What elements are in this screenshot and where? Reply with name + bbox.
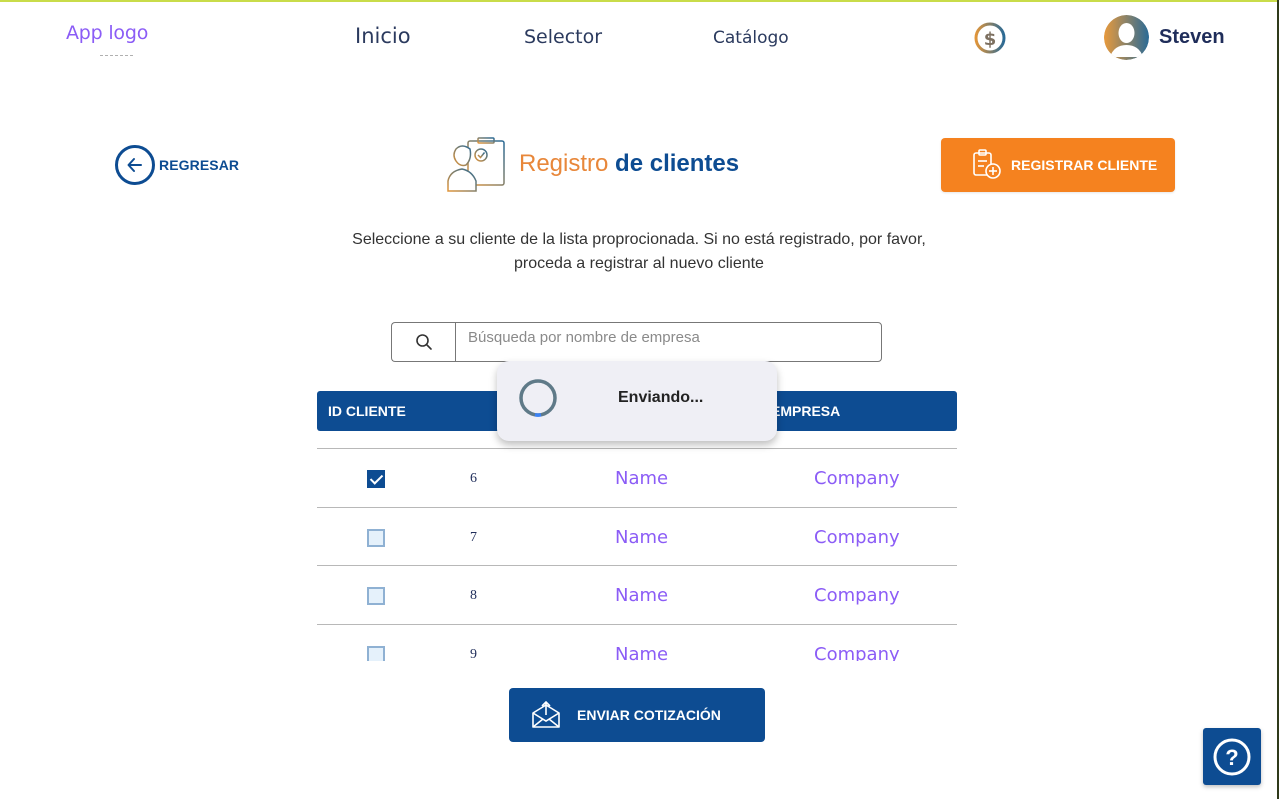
nav-selector[interactable]: Selector — [524, 26, 602, 48]
table-row[interactable]: 6 Name Company — [317, 449, 957, 508]
instructions-line-1: Seleccione a su cliente de la lista prop… — [352, 231, 926, 248]
sending-text: Enviando... — [618, 389, 704, 406]
arrow-left-icon — [115, 145, 155, 185]
cell-client-company: Company — [814, 526, 900, 548]
column-header-id[interactable]: ID CLIENTE — [328, 403, 406, 419]
clipboard-add-icon — [971, 148, 1003, 183]
page-title-part2: de clientes — [615, 150, 740, 177]
help-question-icon: ? — [1213, 738, 1251, 775]
cell-client-name: Name — [615, 585, 669, 606]
nav-inicio[interactable]: Inicio — [355, 24, 411, 48]
svg-text:$: $ — [984, 29, 997, 50]
row-checkbox[interactable] — [367, 587, 385, 605]
nav-catalogo[interactable]: Catálogo — [713, 28, 789, 48]
cell-client-id: 6 — [470, 471, 477, 486]
register-client-label: REGISTRAR CLIENTE — [1011, 157, 1158, 173]
logo-underline — [100, 55, 133, 57]
back-label: REGRESAR — [159, 157, 240, 173]
clients-table-body[interactable]: 6 Name Company 7 Name Company 8 Name Com… — [317, 448, 957, 661]
user-avatar-icon[interactable] — [1104, 15, 1149, 60]
page-title: Registro de clientes — [519, 150, 739, 178]
cell-client-company: Company — [814, 643, 900, 662]
table-row[interactable]: 8 Name Company — [317, 566, 957, 625]
cell-client-company: Company — [814, 468, 900, 489]
cell-client-name: Name — [615, 643, 669, 662]
instructions-line-2: proceda a registrar al nuevo cliente — [514, 255, 764, 272]
client-clipboard-icon — [446, 137, 506, 193]
cell-client-id: 7 — [470, 529, 477, 545]
help-button[interactable]: ? — [1203, 728, 1261, 785]
row-checkbox[interactable] — [367, 470, 385, 488]
svg-text:?: ? — [1225, 745, 1238, 770]
cell-client-name: Name — [615, 468, 669, 489]
row-checkbox[interactable] — [367, 645, 385, 661]
table-row[interactable]: 9 Name Company — [317, 625, 957, 662]
cell-client-id: 9 — [470, 646, 477, 662]
dollar-coin-icon[interactable]: $ — [973, 21, 1007, 55]
cell-client-company: Company — [814, 585, 900, 606]
table-row[interactable]: 7 Name Company — [317, 508, 957, 566]
instructions-text: Seleccione a su cliente de la lista prop… — [300, 228, 978, 276]
page-title-part1: Registro — [519, 150, 609, 177]
user-name[interactable]: Steven — [1159, 26, 1225, 49]
window-top-border — [0, 0, 1279, 2]
send-quote-button[interactable]: ENVIAR COTIZACIÓN — [509, 688, 765, 742]
cell-client-name: Name — [615, 526, 669, 548]
company-search-input[interactable] — [455, 322, 882, 362]
sending-popup: Enviando... — [497, 361, 777, 441]
register-client-button[interactable]: REGISTRAR CLIENTE — [941, 138, 1175, 192]
row-checkbox[interactable] — [367, 528, 385, 547]
column-header-company[interactable]: EMPRESA — [771, 403, 840, 419]
send-quote-label: ENVIAR COTIZACIÓN — [577, 707, 721, 723]
app-logo[interactable]: App logo — [66, 22, 148, 44]
back-button[interactable]: REGRESAR — [115, 145, 239, 185]
loading-spinner-icon — [519, 379, 557, 417]
cell-client-id: 8 — [470, 588, 477, 603]
search-button[interactable] — [391, 322, 456, 362]
envelope-upload-icon — [532, 701, 560, 728]
search-icon — [416, 334, 432, 350]
